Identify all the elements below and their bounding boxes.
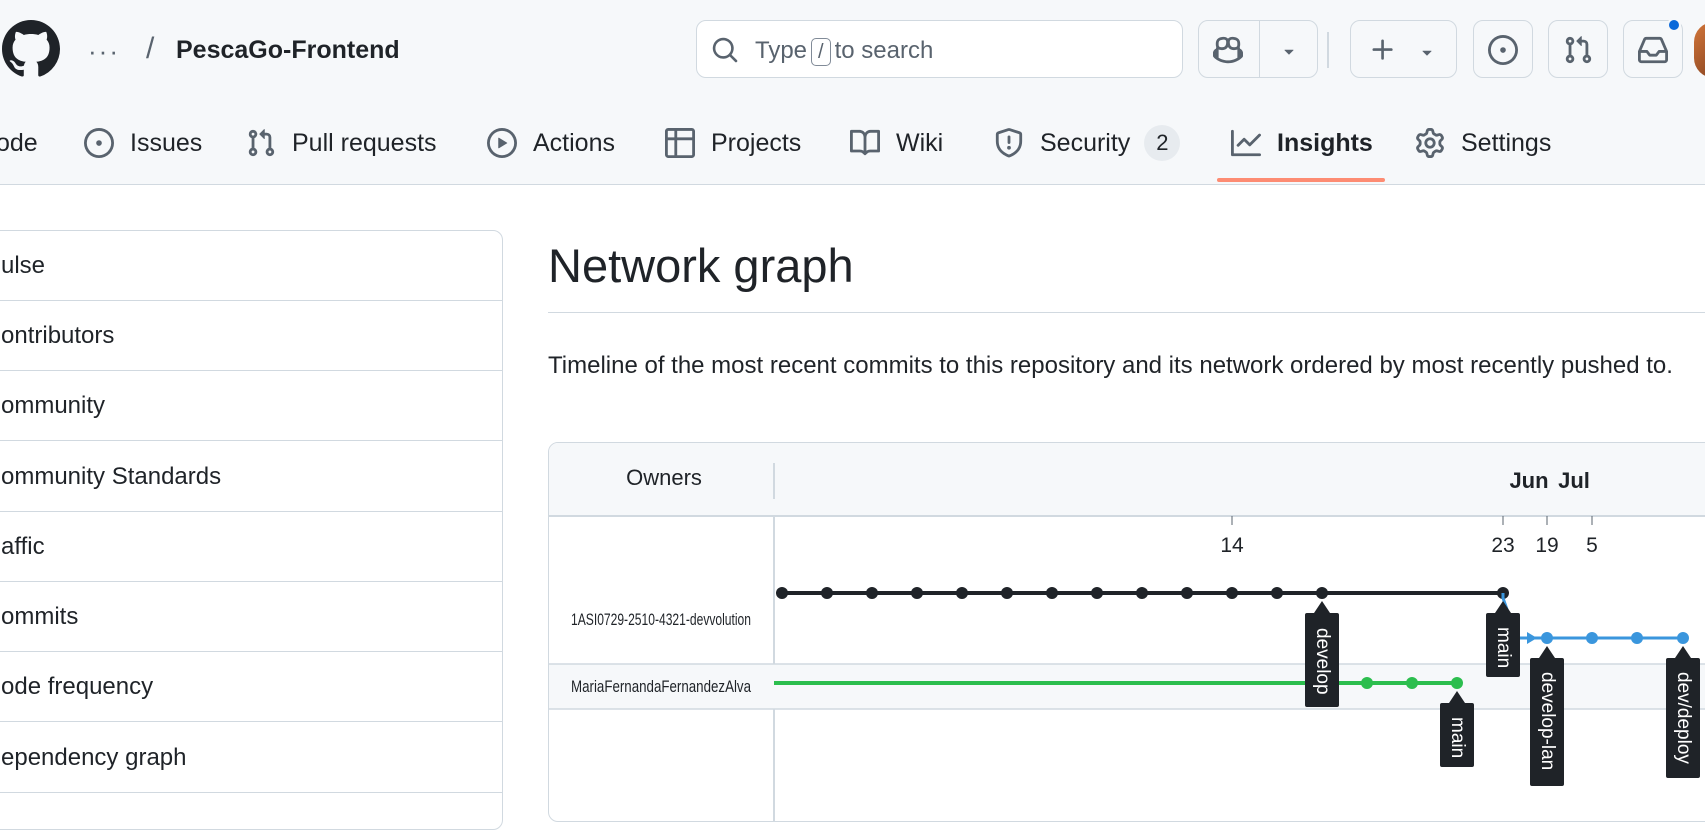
- chevron-down-icon: [1422, 50, 1432, 56]
- notification-indicator: [1667, 18, 1681, 32]
- issues-button[interactable]: [1473, 20, 1533, 78]
- issue-opened-icon: [1488, 35, 1518, 65]
- tab-wiki[interactable]: Wiki: [850, 120, 943, 166]
- day-label: 14: [1220, 534, 1244, 557]
- gear-icon: [1416, 128, 1444, 158]
- branch-tag-main[interactable]: main: [1486, 601, 1520, 677]
- play-icon: [487, 128, 517, 158]
- pull-requests-button[interactable]: [1548, 20, 1608, 78]
- tab-label: Projects: [711, 128, 802, 157]
- sidebar-item-community-standards[interactable]: ommunity Standards: [0, 442, 502, 512]
- copilot-icon: [1213, 36, 1243, 64]
- sidebar-item-contributors[interactable]: ontributors: [0, 301, 502, 371]
- breadcrumb-separator: /: [146, 32, 155, 65]
- tab-insights[interactable]: Insights: [1231, 120, 1373, 166]
- plus-icon: [1372, 39, 1393, 60]
- branch-tag-dev-deploy[interactable]: dev/deploy: [1666, 646, 1700, 778]
- search-input[interactable]: Type / to search: [696, 20, 1183, 78]
- network-graph[interactable]: Owners Jun Jul 14 23 19 5 1ASI0729-2510-…: [548, 442, 1705, 822]
- tab-actions[interactable]: Actions: [487, 120, 615, 166]
- sidebar-item-dependency-graph[interactable]: ependency graph: [0, 723, 502, 793]
- repo-name-link[interactable]: PescaGo-Frontend: [176, 36, 400, 65]
- insights-sidebar: ulse ontributors ommunity ommunity Stand…: [0, 230, 503, 830]
- chevron-down-icon: [1284, 49, 1294, 55]
- copilot-button[interactable]: [1198, 20, 1318, 78]
- search-prefix: Type: [755, 37, 808, 64]
- page-title: Network graph: [548, 239, 854, 292]
- network-graph-canvas: Owners Jun Jul 14 23 19 5 1ASI0729-2510-…: [549, 443, 1705, 821]
- day-label: 5: [1586, 534, 1598, 557]
- issue-opened-icon: [84, 128, 114, 158]
- branch-tag-label: develop: [1312, 628, 1333, 695]
- git-pull-request-icon: [248, 129, 275, 157]
- inbox-icon: [1638, 36, 1668, 64]
- day-label: 23: [1491, 534, 1514, 557]
- sidebar-item-code-frequency[interactable]: ode frequency: [0, 652, 502, 722]
- repo-tabs: ode Issues Pull requests Actions Project…: [0, 114, 1705, 184]
- owner-name: MariaFernandaFernandezAlva: [571, 677, 751, 696]
- owner-name: 1ASI0729-2510-4321-devvolution: [571, 610, 751, 629]
- shield-icon: [995, 128, 1023, 158]
- tab-settings[interactable]: Settings: [1415, 120, 1551, 166]
- tab-projects[interactable]: Projects: [665, 120, 801, 166]
- tab-label: ode: [0, 128, 38, 157]
- tab-label: Wiki: [896, 128, 944, 157]
- branch-tag-label: develop-lan: [1537, 672, 1558, 770]
- tab-label: Pull requests: [292, 128, 437, 157]
- month-label: Jun: [1509, 468, 1548, 493]
- table-icon: [665, 128, 695, 158]
- search-suffix: to search: [834, 37, 934, 64]
- book-icon: [850, 129, 880, 156]
- branch-tag-label: main: [1447, 717, 1468, 758]
- active-tab-indicator: [1217, 178, 1385, 182]
- tab-security[interactable]: Security 2: [994, 120, 1181, 166]
- page-description: Timeline of the most recent commits to t…: [548, 352, 1673, 379]
- tab-issues[interactable]: Issues: [84, 120, 202, 166]
- owners-header: Owners: [626, 465, 702, 490]
- repo-header: ··· / PescaGo-Frontend Type/to search: [0, 0, 1705, 185]
- github-logo-icon[interactable]: [2, 20, 60, 78]
- title-divider: [548, 312, 1705, 313]
- more-icon[interactable]: ···: [88, 36, 120, 67]
- global-topbar: ··· / PescaGo-Frontend Type / to search: [0, 18, 1705, 84]
- create-new-button[interactable]: [1350, 20, 1457, 78]
- branch-tag-develop[interactable]: develop: [1305, 601, 1339, 707]
- tab-label: Settings: [1461, 128, 1552, 157]
- security-count-badge: 2: [1144, 125, 1181, 161]
- tab-code[interactable]: ode: [0, 120, 38, 166]
- branch-tag-label: dev/deploy: [1673, 672, 1694, 764]
- sidebar-item-pulse[interactable]: ulse: [0, 231, 502, 301]
- day-label: 19: [1535, 534, 1558, 557]
- branch-arrow-icon: [1527, 632, 1537, 644]
- graph-icon: [1231, 129, 1261, 157]
- tab-label: Insights: [1277, 128, 1373, 157]
- sidebar-item-commits[interactable]: ommits: [0, 582, 502, 652]
- tab-label: Security: [1040, 128, 1131, 157]
- tab-pull-requests[interactable]: Pull requests: [246, 120, 437, 166]
- branch-tag-develop-lan[interactable]: develop-lan: [1530, 646, 1564, 786]
- month-label: Jul: [1558, 468, 1590, 493]
- branch-tag-label: main: [1493, 627, 1514, 668]
- sidebar-item-traffic[interactable]: affic: [0, 512, 502, 582]
- avatar[interactable]: [1694, 22, 1705, 78]
- search-shortcut-key: /: [811, 38, 831, 66]
- git-pull-request-icon: [1565, 36, 1592, 64]
- tab-label: Issues: [130, 128, 203, 157]
- tab-label: Actions: [533, 128, 615, 157]
- search-icon: [712, 37, 738, 63]
- sidebar-item-community[interactable]: ommunity: [0, 371, 502, 441]
